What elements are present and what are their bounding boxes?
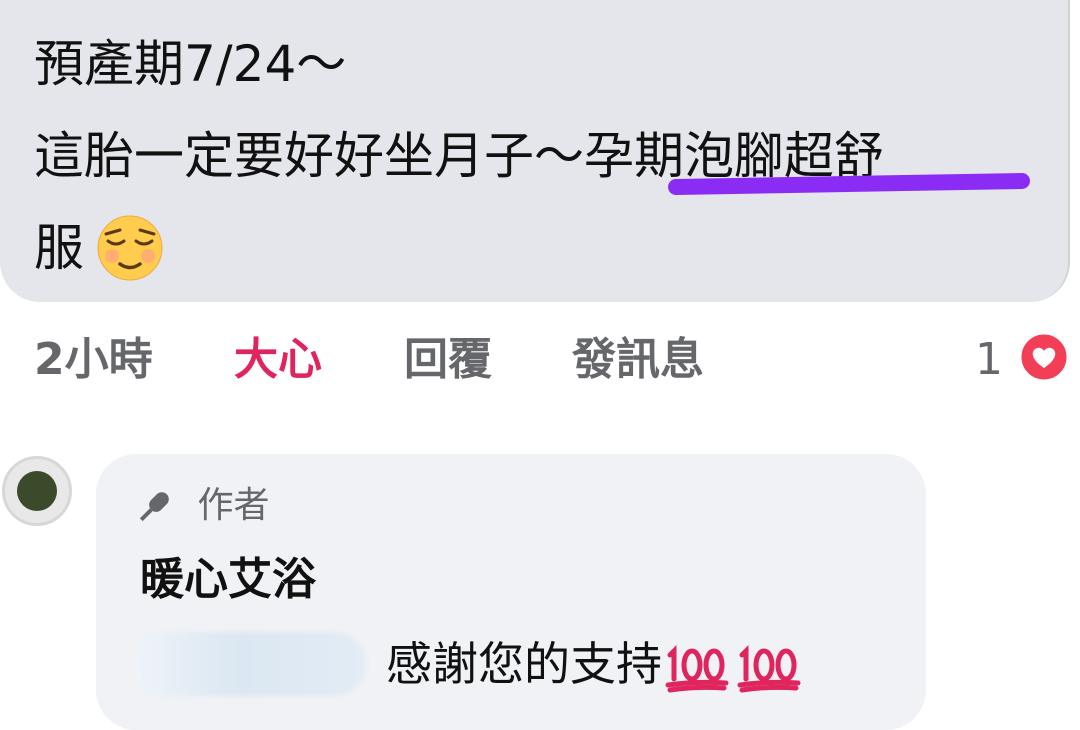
reply-text: 感謝您的支持 — [386, 632, 812, 696]
reply-message: 感謝您的支持 — [386, 637, 662, 691]
reaction-count[interactable]: 1 — [975, 330, 1003, 390]
reply-bubble: 作者 暖心艾浴 感謝您的支持 — [96, 454, 926, 730]
comment-line-1: 預產期7/24～ — [34, 35, 347, 93]
message-button[interactable]: 發訊息 — [572, 330, 704, 390]
reply-author-name[interactable]: 暖心艾浴 — [140, 550, 316, 610]
author-badge-label: 作者 — [197, 485, 270, 526]
author-badge: 作者 — [136, 482, 269, 530]
microphone-icon — [139, 492, 169, 522]
like-button[interactable]: 大心 — [234, 330, 322, 390]
comment-line-3: 服 — [34, 219, 84, 277]
heart-icon[interactable] — [1018, 331, 1070, 383]
avatar-logo — [17, 471, 57, 511]
relieved-face-icon — [97, 215, 163, 281]
author-avatar[interactable] — [2, 456, 72, 526]
blurred-mention[interactable] — [134, 632, 366, 696]
comment-timestamp[interactable]: 2小時 — [34, 330, 153, 390]
reply-button[interactable]: 回覆 — [404, 330, 492, 390]
hundred-points-icon — [665, 644, 801, 692]
